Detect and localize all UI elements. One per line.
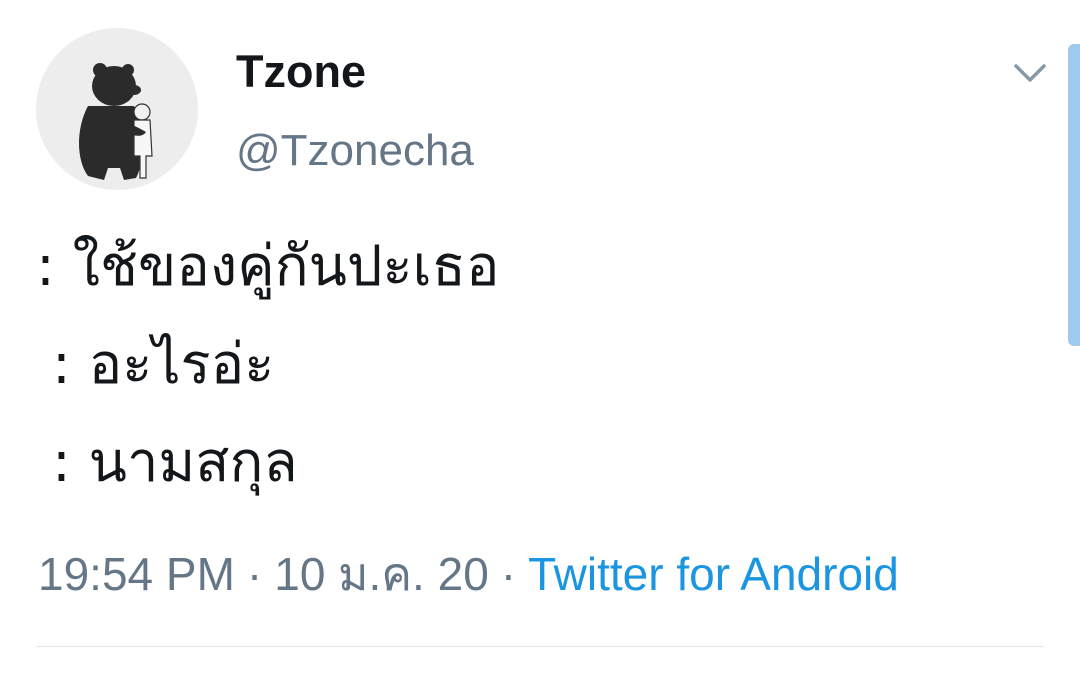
divider xyxy=(36,646,1044,647)
author-handle[interactable]: @Tzonecha xyxy=(236,124,474,178)
tweet-source-link[interactable]: Twitter for Android xyxy=(528,548,899,600)
tweet-time[interactable]: 19:54 PM xyxy=(38,548,235,600)
avatar[interactable] xyxy=(36,28,198,190)
scrollbar[interactable] xyxy=(1068,44,1080,346)
tweet-line: : นามสกุล xyxy=(52,430,298,495)
meta-separator: · xyxy=(246,548,263,600)
tweet-line: : ใช้ของคู่กันปะเธอ xyxy=(36,234,500,299)
tweet-text: : ใช้ของคู่กันปะเธอ : อะไรอ่ะ : นามสกุล xyxy=(36,218,1036,512)
tweet-detail: Tzone @Tzonecha : ใช้ของคู่กันปะเธอ : อะ… xyxy=(0,0,1080,678)
tweet-line: : อะไรอ่ะ xyxy=(52,332,275,397)
chevron-down-icon[interactable] xyxy=(1008,52,1052,92)
bear-hug-avatar-icon xyxy=(79,63,153,180)
author-display-name[interactable]: Tzone xyxy=(236,44,366,100)
meta-separator: · xyxy=(500,548,517,600)
tweet-meta: 19:54 PM · 10 ม.ค. 20 · Twitter for Android xyxy=(38,546,899,602)
tweet-date[interactable]: 10 ม.ค. 20 xyxy=(274,548,489,600)
